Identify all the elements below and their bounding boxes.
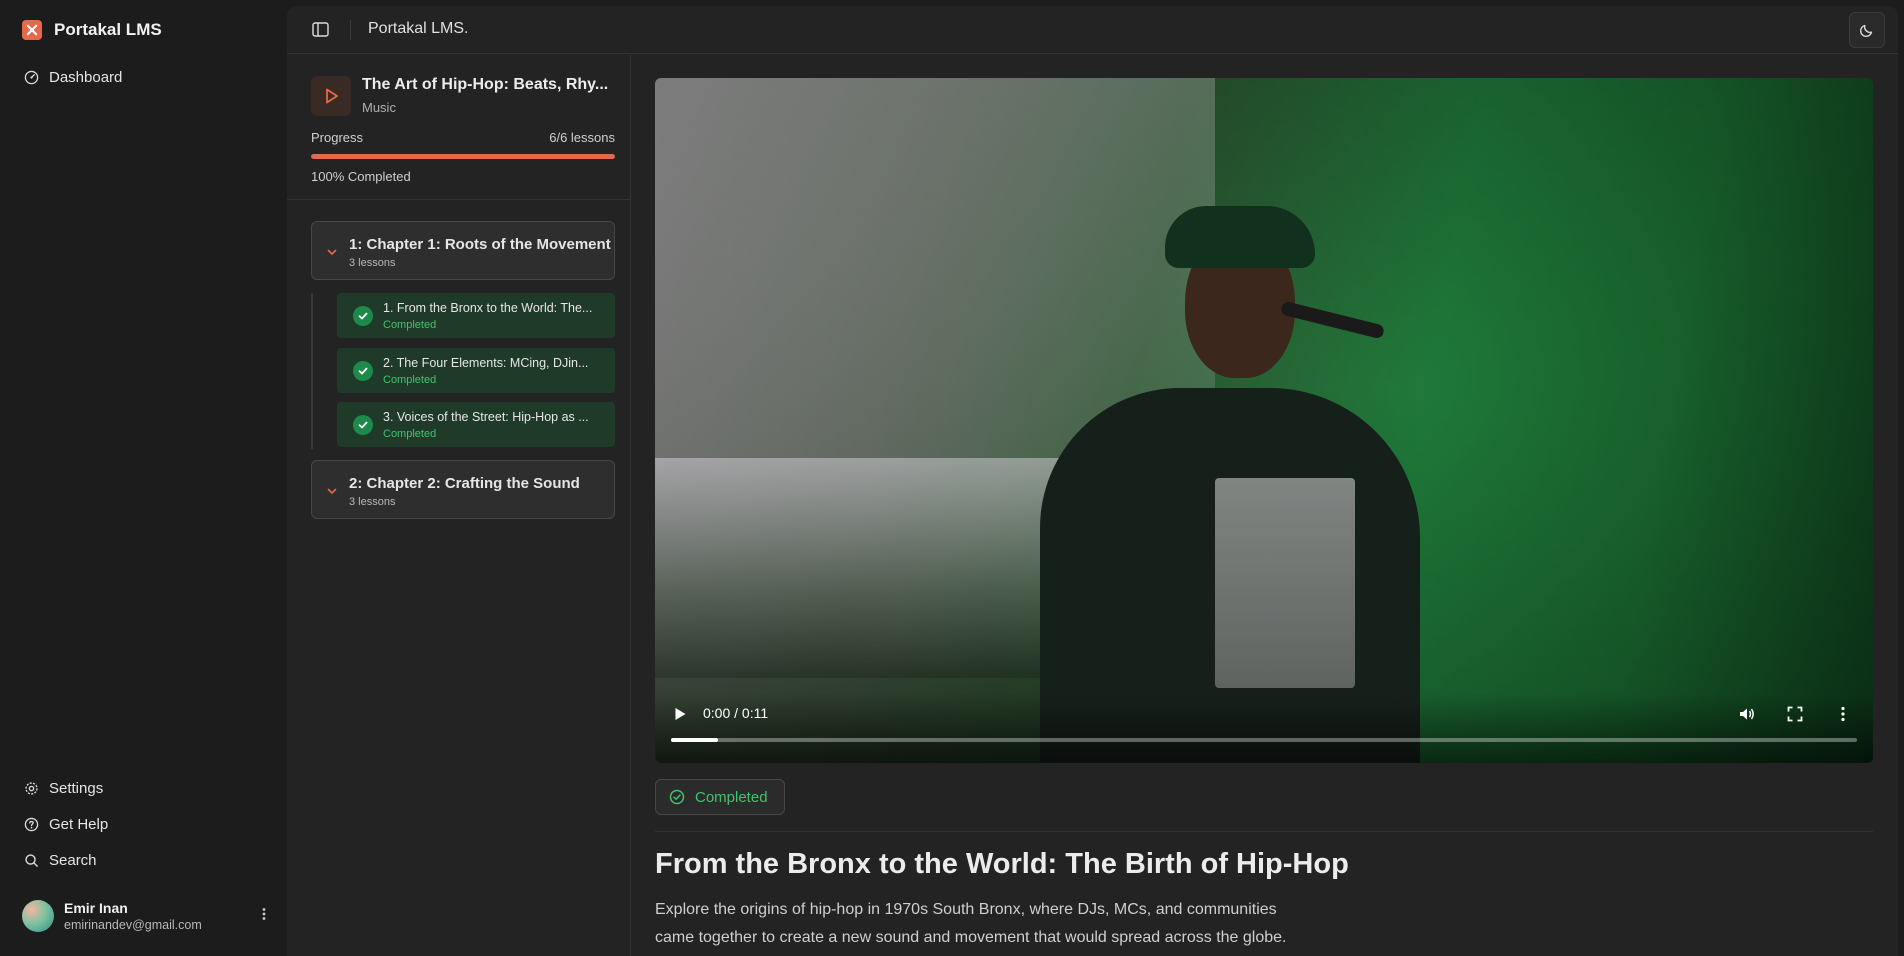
completed-label: Completed [695,788,768,806]
chapter-title: 2: Chapter 2: Crafting the Sound [349,475,580,492]
main-panel: Portakal LMS. The Art of Hip-Hop: Beats,… [287,6,1898,956]
check-circle-icon [669,789,685,805]
moon-icon [1859,24,1873,38]
progress-label: Progress [311,130,364,145]
play-icon [311,76,351,116]
video-scrubber-fill [671,738,719,742]
video-frame-cap [1165,206,1315,268]
brand[interactable]: Portakal LMS [22,20,162,40]
sidebar-item-label: Settings [49,779,104,797]
progress-bar [311,154,615,159]
avatar [22,900,54,932]
check-circle-icon [353,361,373,381]
sidebar-item-get-help[interactable]: Get Help [16,807,271,841]
course-category: Music [362,100,396,115]
video-time: 0:00 / 0:11 [703,705,769,721]
chevron-down-icon [327,249,337,255]
video-frame-shirt [1215,478,1355,688]
fullscreen-icon[interactable] [1786,705,1804,723]
course-header: The Art of Hip-Hop: Beats, Rhy... Music [311,76,615,116]
chapter-accordion-1[interactable]: 1: Chapter 1: Roots of the Movement 3 le… [311,221,615,280]
chapter-lesson-count: 3 lessons [349,496,396,508]
check-circle-icon [353,306,373,326]
chapter-lesson-count: 3 lessons [349,257,396,269]
progress-count: 6/6 lessons [549,130,615,145]
check-circle-icon [353,415,373,435]
progress-bar-fill [311,154,615,159]
brand-name: Portakal LMS [54,20,162,39]
lesson-title: 2. The Four Elements: MCing, DJin... [383,356,589,370]
lesson-description: Explore the origins of hip-hop in 1970s … [655,901,1287,946]
video-frame-microphone [1279,300,1386,340]
play-icon[interactable] [672,706,688,722]
user-profile[interactable]: Emir Inan emirinandev@gmail.com [22,896,272,936]
lesson-rail [311,293,313,449]
user-name: Emir Inan [64,900,128,916]
app-sidebar: Portakal LMS Dashboard Settings Get Help… [0,0,287,956]
volume-icon[interactable] [1738,705,1756,723]
course-title: The Art of Hip-Hop: Beats, Rhy... [362,76,609,93]
video-controls: 0:00 / 0:11 [655,693,1873,763]
lesson-item-2[interactable]: 2. The Four Elements: MCing, DJin... Com… [337,348,615,393]
help-icon [24,817,39,831]
lesson-item-3[interactable]: 3. Voices of the Street: Hip-Hop as ... … [337,402,615,447]
video-player[interactable]: 0:00 / 0:11 [655,78,1873,763]
progress-row: Progress 6/6 lessons [311,130,615,145]
theme-toggle-button[interactable] [1849,12,1885,48]
sidebar-item-label: Get Help [49,815,109,833]
sidebar-item-search[interactable]: Search [16,843,271,877]
divider [287,199,631,200]
sidebar-item-label: Dashboard [49,68,123,86]
sidebar-toggle-icon[interactable] [312,21,329,38]
sidebar-item-label: Search [49,851,97,869]
more-vertical-icon[interactable] [256,906,272,922]
search-icon [25,853,38,867]
chapter-accordion-2[interactable]: 2: Chapter 2: Crafting the Sound 3 lesso… [311,460,615,519]
lesson-title: 1. From the Bronx to the World: The... [383,301,593,315]
lesson-status: Completed [383,319,437,331]
progress-text: 100% Completed [311,169,411,184]
gear-icon [25,781,38,795]
lesson-status: Completed [383,374,437,386]
brand-logo-icon [22,20,42,40]
topbar-divider [350,20,351,40]
sidebar-item-dashboard[interactable]: Dashboard [16,60,271,94]
divider [655,831,1873,832]
lesson-title: 3. Voices of the Street: Hip-Hop as ... [383,410,589,424]
user-email: emirinandev@gmail.com [64,918,202,932]
chevron-down-icon [327,488,337,494]
course-outline-panel: The Art of Hip-Hop: Beats, Rhy... Music … [287,55,631,956]
completed-status-button[interactable]: Completed [655,779,785,815]
chapter-title: 1: Chapter 1: Roots of the Movement [349,236,611,253]
lesson-status: Completed [383,428,437,440]
lesson-heading: From the Bronx to the World: The Birth o… [655,848,1349,880]
page-title: Portakal LMS. [368,20,469,37]
topbar: Portakal LMS. [287,6,1898,54]
lesson-item-1[interactable]: 1. From the Bronx to the World: The... C… [337,293,615,338]
dashboard-icon [24,70,39,84]
video-scrubber[interactable] [671,738,1857,742]
sidebar-item-settings[interactable]: Settings [16,771,271,805]
more-options-icon[interactable] [1834,705,1852,723]
